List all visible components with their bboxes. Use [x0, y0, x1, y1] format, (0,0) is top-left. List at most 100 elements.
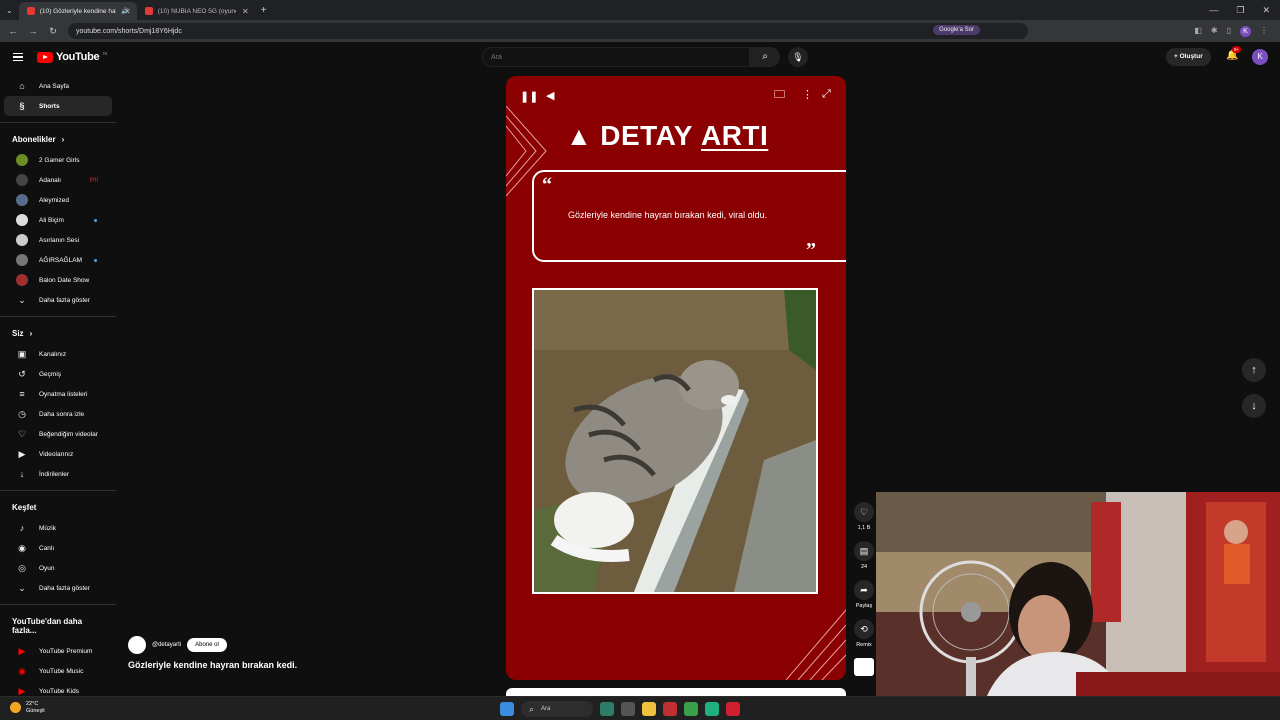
remix-icon[interactable]: ⟲: [854, 619, 874, 639]
youtube-logo[interactable]: YouTube TR: [37, 51, 107, 63]
heart-icon[interactable]: ♡: [854, 502, 874, 522]
channel-handle[interactable]: @detayarti: [152, 642, 181, 648]
address-bar-row: ← → ↻ youtube.com/shorts/Dmj18Y6Hjdc Goo…: [0, 20, 1280, 42]
sidebar-show-more[interactable]: ⌄ Daha fazla göster: [4, 578, 112, 598]
url-field[interactable]: youtube.com/shorts/Dmj18Y6Hjdc Google'a …: [68, 23, 1028, 39]
next-short-button[interactable]: ↓: [1242, 394, 1266, 418]
volume-icon[interactable]: ◀: [546, 89, 554, 102]
search-button[interactable]: ⌕: [750, 47, 780, 67]
short-title[interactable]: Gözleriyle kendine hayran bırakan kedi.: [128, 660, 297, 670]
hamburger-menu-icon[interactable]: [13, 51, 23, 63]
sidebar-item-history[interactable]: ↺ Geçmiş: [4, 364, 112, 384]
comment-icon[interactable]: ▤: [854, 541, 874, 561]
subscribe-button[interactable]: Abone ol: [187, 638, 227, 652]
sidebar-item-music[interactable]: ♪ Müzik: [4, 518, 112, 538]
next-short-preview[interactable]: [506, 688, 846, 696]
minimize-icon[interactable]: —: [1209, 5, 1218, 16]
section-title: Siz: [12, 329, 24, 338]
sidebar-sub-item[interactable]: Adanalı ((•)): [4, 170, 112, 190]
sidebar-item-label: Daha sonra izle: [39, 410, 85, 418]
sidebar-sub-item[interactable]: Asırlanın Sesi: [4, 230, 112, 250]
sidepanel-icon[interactable]: ▯: [1227, 26, 1231, 37]
create-button[interactable]: + Oluştur: [1166, 48, 1211, 66]
windows-start-icon[interactable]: [500, 702, 514, 716]
voice-search-button[interactable]: 🎙: [788, 47, 808, 67]
brand-logo: ▲ DETAY ARTI: [566, 120, 768, 152]
sidebar-show-more[interactable]: ⌄ Daha fazla göster: [4, 290, 112, 310]
sidebar-item-watch-later[interactable]: ◷ Daha sonra izle: [4, 404, 112, 424]
browser-menu-icon[interactable]: ⋮: [1260, 26, 1268, 37]
close-tab-icon[interactable]: ✕: [242, 7, 249, 16]
like-action[interactable]: ♡ 1,1 B: [854, 502, 874, 531]
file-explorer-icon[interactable]: [642, 702, 656, 716]
sidebar-item-label: Oyun: [39, 564, 55, 572]
sidebar-item-your-videos[interactable]: ▶ Videolarınız: [4, 444, 112, 464]
you-heading[interactable]: Siz ›: [0, 323, 116, 344]
task-view-icon[interactable]: [621, 702, 635, 716]
sidebar-item-home[interactable]: ⌂ Ana Sayfa: [4, 76, 112, 96]
weather-widget[interactable]: 22°C Güneşli: [10, 701, 45, 714]
remix-action[interactable]: ⟲ Remix: [854, 619, 874, 648]
captions-icon[interactable]: [774, 90, 785, 98]
shorts-player[interactable]: ❚❚ ◀ ⋮ ⤢ ▲ DETAY ARTI “ Gözleriyle kendi…: [506, 76, 846, 680]
sound-thumbnail[interactable]: [854, 658, 874, 676]
tab-active[interactable]: (10) Gözleriyle kendine hayr 🔊 ✕: [18, 2, 137, 20]
share-action[interactable]: ➦ Paylaş: [854, 580, 874, 609]
sidebar-item-label: AĞIRSAĞLAM: [39, 256, 82, 264]
tab-inactive[interactable]: (10) NUBIA NEO 5G (oyuncu te ✕: [137, 2, 255, 20]
sidebar-item-liked[interactable]: ♡ Beğendiğim videolar: [4, 424, 112, 444]
back-icon[interactable]: ←: [8, 26, 18, 36]
sidebar-sub-item[interactable]: AĞIRSAĞLAM: [4, 250, 112, 270]
channel-avatar: [16, 274, 28, 286]
pause-icon[interactable]: ❚❚: [520, 90, 538, 103]
close-quote-icon: ”: [806, 239, 816, 261]
sidebar-item-downloads[interactable]: ↓ İndirilenler: [4, 464, 112, 484]
forward-icon[interactable]: →: [28, 26, 38, 36]
search-input[interactable]: Ara: [482, 47, 750, 67]
sidebar-item-gaming[interactable]: ◎ Oyun: [4, 558, 112, 578]
close-tab-icon[interactable]: ✕: [124, 7, 131, 16]
sidebar-item-label: Ana Sayfa: [39, 82, 69, 90]
account-avatar[interactable]: K: [1252, 49, 1268, 65]
reload-icon[interactable]: ↻: [48, 26, 58, 37]
tab-menu-icon[interactable]: ⌄: [0, 6, 19, 15]
sidebar-item-music-app[interactable]: ◉ YouTube Music: [4, 661, 112, 681]
app-icon[interactable]: [726, 702, 740, 716]
puzzle-icon[interactable]: ✱: [1211, 26, 1218, 37]
chevron-right-icon: ›: [29, 329, 33, 338]
sidebar-sub-item[interactable]: Aleymized: [4, 190, 112, 210]
sidebar-item-shorts[interactable]: § Shorts: [4, 96, 112, 116]
sidebar-item-your-channel[interactable]: ▣ Kanalınız: [4, 344, 112, 364]
sidebar-item-label: YouTube Music: [39, 667, 84, 675]
sidebar-item-playlists[interactable]: ≡ Oynatma listeleri: [4, 384, 112, 404]
app-icon[interactable]: [705, 702, 719, 716]
sidebar-sub-item[interactable]: 2 Gamer Girls: [4, 150, 112, 170]
share-icon[interactable]: ➦: [854, 580, 874, 600]
restore-icon[interactable]: ❐: [1236, 5, 1244, 16]
new-tab-icon[interactable]: +: [261, 5, 267, 16]
extension-icon[interactable]: ◧: [1194, 26, 1202, 37]
weather-text: Güneşli: [26, 707, 45, 714]
fullscreen-icon[interactable]: ⤢: [822, 88, 831, 101]
sidebar-sub-item[interactable]: Ali Biçim: [4, 210, 112, 230]
section-title: Keşfet: [12, 503, 37, 512]
comment-action[interactable]: ▤ 24: [854, 541, 874, 570]
sidebar-sub-item[interactable]: Balon Date Show: [4, 270, 112, 290]
channel-avatar[interactable]: [128, 636, 146, 654]
chrome-icon[interactable]: [684, 702, 698, 716]
more-options-icon[interactable]: ⋮: [802, 88, 813, 101]
notifications-button[interactable]: 🔔 9+: [1226, 46, 1242, 61]
sidebar-item-live[interactable]: ◉ Canlı: [4, 538, 112, 558]
previous-short-button[interactable]: ↑: [1242, 358, 1266, 382]
widgets-icon[interactable]: [600, 702, 614, 716]
window-close-icon[interactable]: ✕: [1262, 5, 1270, 16]
audio-thumbnail[interactable]: [854, 658, 874, 676]
browser-profile-avatar[interactable]: K: [1240, 25, 1251, 37]
sidebar-item-label: Balon Date Show: [39, 276, 90, 284]
google-ask-button[interactable]: Google'a Sor: [933, 25, 980, 35]
taskbar-search[interactable]: Ara: [521, 701, 593, 717]
sidebar-item-premium[interactable]: ▶ YouTube Premium: [4, 641, 112, 661]
subscriptions-heading[interactable]: Abonelikler ›: [0, 129, 116, 150]
app-icon[interactable]: [663, 702, 677, 716]
arrow-up-icon: ↑: [1251, 364, 1257, 376]
